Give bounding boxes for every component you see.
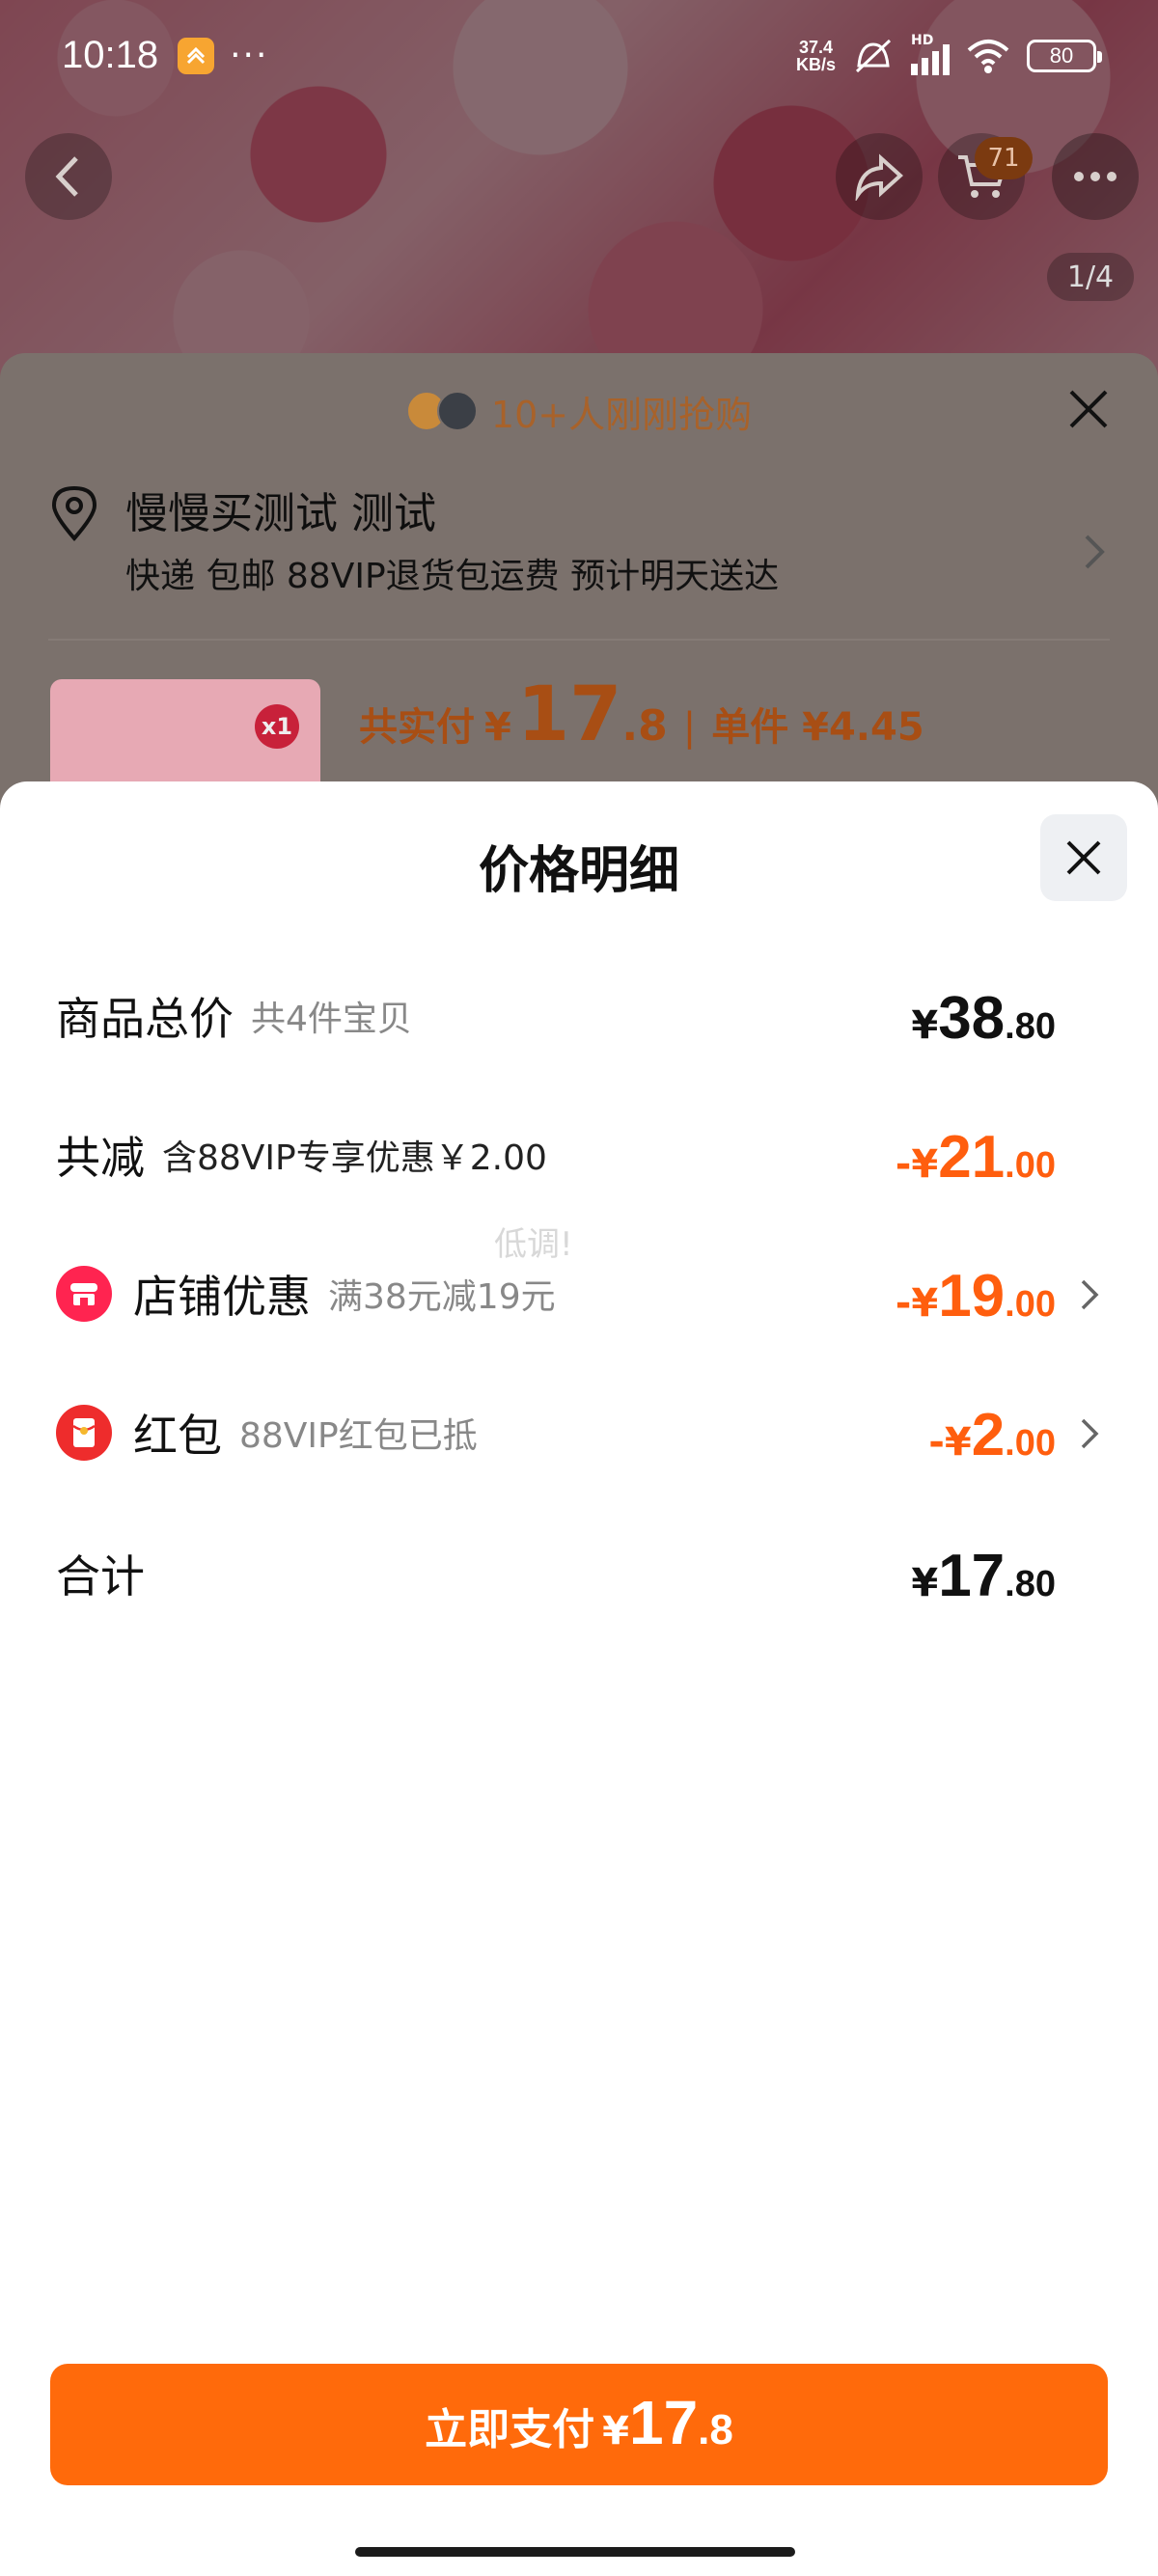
row-amount: -¥ 19 .00	[895, 1263, 1056, 1329]
pay-button-label: 立即支付	[425, 2405, 595, 2454]
goods-total-row: 商品总价 共4件宝贝 ¥ 38 .80	[56, 973, 1100, 1059]
total-paid-currency: ¥	[484, 705, 511, 750]
row-label: 店铺优惠	[133, 1271, 311, 1323]
total-paid-decimal: .8	[621, 701, 668, 751]
battery-icon: 80	[1027, 39, 1102, 72]
store-discount-row[interactable]: 店铺优惠 满38元减19元 -¥ 19 .00	[56, 1250, 1100, 1337]
share-button[interactable]	[836, 133, 923, 220]
divider	[48, 639, 1110, 641]
row-amount: -¥ 21 .00	[895, 1124, 1056, 1191]
price-detail-sheet: 价格明细 商品总价 共4件宝贝 ¥ 38 .80 共减 含88VIP专享优惠￥2…	[0, 781, 1158, 2576]
cellular-signal-icon: HD	[911, 33, 950, 75]
row-amount: ¥ 17 .80	[911, 1543, 1056, 1609]
back-button[interactable]	[25, 133, 112, 220]
app-notification-icon	[178, 37, 215, 74]
chevron-right-icon	[1085, 534, 1105, 569]
status-bar: 10:18 ··· 37.4 KB/s HD 80	[0, 0, 1158, 111]
alarm-off-icon	[855, 39, 892, 72]
delivery-info: 快递 包邮 88VIP退货包运费 预计明天送达	[125, 557, 780, 596]
row-sub-label: 满38元减19元	[328, 1277, 556, 1317]
store-icon	[56, 1266, 112, 1322]
row-amount: -¥ 2 .00	[928, 1402, 1056, 1468]
total-paid-label: 共实付	[359, 705, 475, 750]
buyer-avatars	[405, 391, 478, 431]
red-packet-icon	[56, 1405, 112, 1461]
row-sub-label: 含88VIP专享优惠￥2.00	[162, 1138, 547, 1178]
row-label: 共减	[56, 1132, 145, 1184]
more-notifications-icon: ···	[230, 36, 269, 75]
unit-price: 单件 ¥4.45	[711, 705, 924, 750]
row-label: 商品总价	[56, 993, 234, 1045]
total-paid-integer: 17	[516, 671, 622, 758]
home-indicator[interactable]	[355, 2547, 795, 2557]
row-amount: ¥ 38 .80	[911, 985, 1056, 1052]
address-name: 慢慢买测试 测试	[125, 489, 436, 538]
row-label: 红包	[133, 1410, 222, 1462]
sheet-title: 价格明细	[478, 842, 679, 900]
grand-total-row: 合计 ¥ 17 .80	[56, 1530, 1100, 1617]
close-icon	[1066, 840, 1101, 875]
share-icon	[855, 153, 903, 201]
close-button[interactable]	[1040, 814, 1127, 901]
summary-separator: |	[682, 705, 697, 750]
quantity-badge: x1	[255, 704, 299, 749]
red-packet-row[interactable]: 红包 88VIP红包已抵 -¥ 2 .00	[56, 1389, 1100, 1476]
chevron-right-icon	[1081, 1418, 1099, 1449]
total-discount-row: 共减 含88VIP专享优惠￥2.00 -¥ 21 .00	[56, 1111, 1100, 1198]
row-sub-label: 共4件宝贝	[251, 1000, 412, 1039]
wifi-icon	[967, 39, 1009, 73]
total-paid-summary: 共实付 ¥ 17 .8 | 单件 ¥4.45	[359, 671, 924, 758]
status-time: 10:18	[62, 34, 159, 76]
network-speed: 37.4 KB/s	[795, 37, 836, 74]
recent-buyers-text: 10+人刚刚抢购	[490, 393, 753, 436]
back-icon	[55, 156, 78, 197]
location-pin-icon	[51, 485, 97, 542]
more-icon	[1074, 172, 1117, 181]
row-sub-label: 88VIP红包已抵	[239, 1416, 478, 1456]
order-card: 10+人刚刚抢购 慢慢买测试 测试 快递 包邮 88VIP退货包运费 预计明天送…	[0, 353, 1158, 836]
avatar	[436, 391, 478, 431]
recent-buyers: 10+人刚刚抢购	[0, 382, 1158, 440]
chevron-right-icon	[1081, 1279, 1099, 1310]
close-icon[interactable]	[1062, 382, 1116, 436]
watermark: 低调!	[494, 1225, 573, 1264]
row-label: 合计	[56, 1550, 145, 1603]
cart-count-badge: 71	[975, 137, 1033, 179]
image-counter: 1/4	[1047, 253, 1134, 301]
more-menu-button[interactable]	[1052, 133, 1139, 220]
pay-now-button[interactable]: 立即支付 ¥ 17 .8	[50, 2364, 1108, 2485]
